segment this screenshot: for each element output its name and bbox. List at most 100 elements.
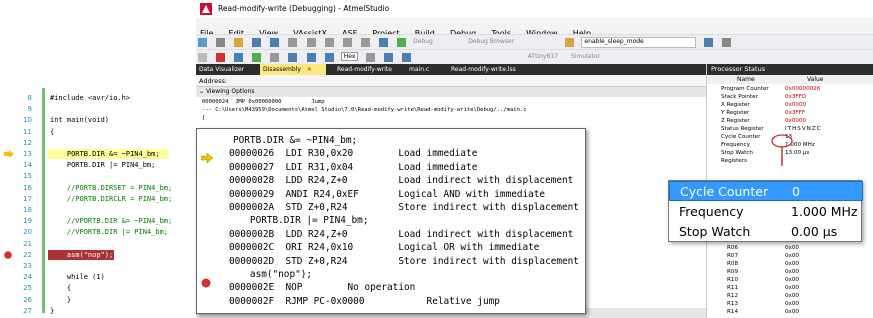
zoom-row-frequency: Frequency 1.000 MHz xyxy=(669,202,863,222)
register-name: R13 xyxy=(727,301,739,307)
standard-toolbar: Debug Debug Browser enable_sleep_mode xyxy=(196,34,873,49)
cut-icon[interactable] xyxy=(288,38,298,47)
find-icon[interactable] xyxy=(378,38,388,47)
hex-toggle[interactable]: Hex xyxy=(340,52,359,61)
tab-disassembly[interactable]: Disassembly ✕ xyxy=(260,64,326,75)
code-line: while (1) xyxy=(50,273,105,282)
processor-row: Stack Pointer 0x3FFD xyxy=(707,93,873,101)
restart-icon[interactable] xyxy=(234,53,244,62)
config-select[interactable]: Debug xyxy=(413,38,463,45)
register-name: R11 xyxy=(727,285,739,291)
register-value: 0x00 xyxy=(785,269,799,275)
folder-icon[interactable] xyxy=(565,38,575,47)
column-value: Value xyxy=(807,76,824,83)
zoom-value: 1.000 MHz xyxy=(791,204,858,219)
watch-icon[interactable] xyxy=(383,53,393,62)
code-line: } xyxy=(50,295,72,304)
line-number: 23 xyxy=(23,262,32,270)
tab-lss[interactable]: Read-modify-write.lss xyxy=(448,64,548,75)
highlight-callout-icon xyxy=(771,134,793,166)
processor-row-value: 0x00000026 xyxy=(785,86,821,92)
start-debug-icon[interactable] xyxy=(397,38,407,47)
show-next-icon[interactable] xyxy=(270,53,280,62)
register-row: R09 0x00 xyxy=(707,268,873,276)
step-into-icon[interactable] xyxy=(288,53,298,62)
processor-row-name: Z Register xyxy=(721,118,750,124)
continue-icon[interactable] xyxy=(252,53,262,62)
chevron-down-icon: ⌄ xyxy=(199,88,205,95)
tab-data-visualizer[interactable]: Data Visualizer xyxy=(196,64,260,75)
device-name[interactable]: ATtiny817 xyxy=(528,53,558,60)
register-row: R13 0x00 xyxy=(707,300,873,308)
processor-row-name: Stack Pointer xyxy=(721,94,758,100)
code-line: { xyxy=(50,127,55,136)
line-number: 11 xyxy=(23,127,32,136)
register-value: 0x00 xyxy=(785,301,799,307)
zoom-row-stop-watch: Stop Watch 0.00 µs xyxy=(669,222,863,242)
register-name: R09 xyxy=(727,269,739,275)
code-line: asm("nop"); xyxy=(50,250,114,259)
search-select[interactable]: enable_sleep_mode xyxy=(581,37,697,48)
breakpoint-icon[interactable] xyxy=(201,278,211,288)
browser-select[interactable]: Debug Browser xyxy=(468,38,558,45)
redo-icon[interactable] xyxy=(360,38,370,47)
tool-name[interactable]: Simulator xyxy=(571,53,600,60)
memory-icon[interactable] xyxy=(365,53,375,62)
undo-icon[interactable] xyxy=(342,38,352,47)
register-row: R10 0x00 xyxy=(707,276,873,284)
processor-row-name: Program Counter xyxy=(721,86,769,92)
register-value: 0x00 xyxy=(785,285,799,291)
tab-main-c[interactable]: main.c xyxy=(406,64,446,75)
settings-icon[interactable] xyxy=(721,38,731,47)
window-title: Read-modify-write (Debugging) - AtmelStu… xyxy=(218,4,390,13)
processor-row: X Register 0x0000 xyxy=(707,101,873,109)
code-line: //PORTB.DIRSET = PIN4_bm; xyxy=(50,183,173,192)
register-value: 0x00 xyxy=(785,261,799,267)
processor-row-name: Y Register xyxy=(721,110,750,116)
code-line: } xyxy=(50,306,55,315)
cycle-counter-zoom: Cycle Counter 0 Frequency 1.000 MHz Stop… xyxy=(668,180,863,242)
save-all-icon[interactable] xyxy=(270,38,280,47)
line-number: 18 xyxy=(23,206,32,214)
register-value: 0x00 xyxy=(785,293,799,299)
code-line: { xyxy=(50,284,72,293)
line-number: 15 xyxy=(23,172,32,181)
menu-bar: File Edit View VAssistX ASF Project Buil… xyxy=(196,18,873,38)
forward-icon[interactable] xyxy=(216,38,226,47)
zoom-row-cycle-counter: Cycle Counter 0 xyxy=(669,181,863,201)
register-value: 0x00 xyxy=(785,245,799,251)
device-icon[interactable] xyxy=(703,38,713,47)
disasm-source-line: PORTB.DIR |= PIN4_bm; xyxy=(233,215,369,227)
tab-close-icon[interactable]: ✕ xyxy=(307,66,312,73)
line-number: 10 xyxy=(23,116,32,125)
registers-icon[interactable] xyxy=(401,53,411,62)
step-out-icon[interactable] xyxy=(324,53,334,62)
processor-row-name: Stop Watch xyxy=(721,150,753,156)
step-over-icon[interactable] xyxy=(306,53,316,62)
pause-icon[interactable] xyxy=(198,53,207,62)
disasm-instruction: 0000002C ORI R24,0x10 Logical OR with im… xyxy=(229,242,540,254)
copy-icon[interactable] xyxy=(306,38,316,47)
atmel-logo-icon xyxy=(200,3,212,15)
processor-row: Program Counter 0x00000026 xyxy=(707,85,873,93)
processor-row-value: 0x3FFF xyxy=(785,110,806,116)
zoom-name: Frequency xyxy=(679,204,744,219)
line-number: 27 xyxy=(23,306,32,315)
line-number: 17 xyxy=(23,194,32,203)
register-name: R07 xyxy=(727,253,739,259)
paste-icon[interactable] xyxy=(324,38,334,47)
processor-row: Z Register 0x0000 xyxy=(707,117,873,125)
save-icon[interactable] xyxy=(252,38,262,47)
register-row: R08 0x00 xyxy=(707,260,873,268)
debug-toolbar: Hex ATtiny817 Simulator xyxy=(196,49,873,64)
zoom-name: Cycle Counter xyxy=(680,184,769,199)
disasm-instruction: 0000002A STD Z+0,R24 Store indirect with… xyxy=(229,202,579,213)
code-line: //PORTB.DIRCLR = PIN4_bm; xyxy=(50,194,173,203)
tab-read-modify-write[interactable]: Read-modify-write xyxy=(334,64,404,75)
stop-icon[interactable] xyxy=(216,53,226,62)
back-icon[interactable] xyxy=(198,38,207,47)
viewing-options[interactable]: ⌄ Viewing Options xyxy=(196,87,706,97)
disasm-source-line: asm("nop"); xyxy=(233,269,313,280)
code-editor[interactable]: 8 #include <avr/io.h> 9 10 int main(void) 11 {… xyxy=(0,88,192,318)
open-icon[interactable] xyxy=(234,38,244,47)
